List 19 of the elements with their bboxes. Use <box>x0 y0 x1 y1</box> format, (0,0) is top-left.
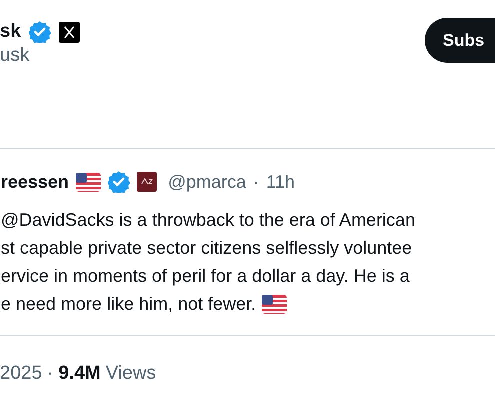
post-date: 2025 <box>0 363 42 385</box>
author-name: sk <box>0 21 22 43</box>
post-time: 11h <box>266 172 296 192</box>
post-text-line: ervice in moments of peril for a dollar a day. He is a <box>1 265 410 288</box>
quoted-author-name: reessen <box>1 172 70 192</box>
quoted-author-handle: @pmarca <box>168 172 246 192</box>
separator-dot: · <box>253 172 260 192</box>
separator-dot: · <box>47 363 54 385</box>
author-handle: usk <box>0 45 31 67</box>
flag-icon <box>76 172 102 192</box>
flag-icon <box>262 294 288 314</box>
views-count: 9.4M <box>58 363 101 385</box>
subscribe-button[interactable]: Subs <box>425 18 495 63</box>
post-text-line: st capable private sector citizens selflessly voluntee <box>1 237 412 260</box>
post-text-line: @DavidSacks is a throwback to the era of American <box>1 209 416 232</box>
post-text-line: e need more like him, not fewer. <box>1 293 256 316</box>
x-logo-icon <box>59 22 80 42</box>
views-label: Views <box>106 363 156 385</box>
logo-icon <box>137 172 158 192</box>
